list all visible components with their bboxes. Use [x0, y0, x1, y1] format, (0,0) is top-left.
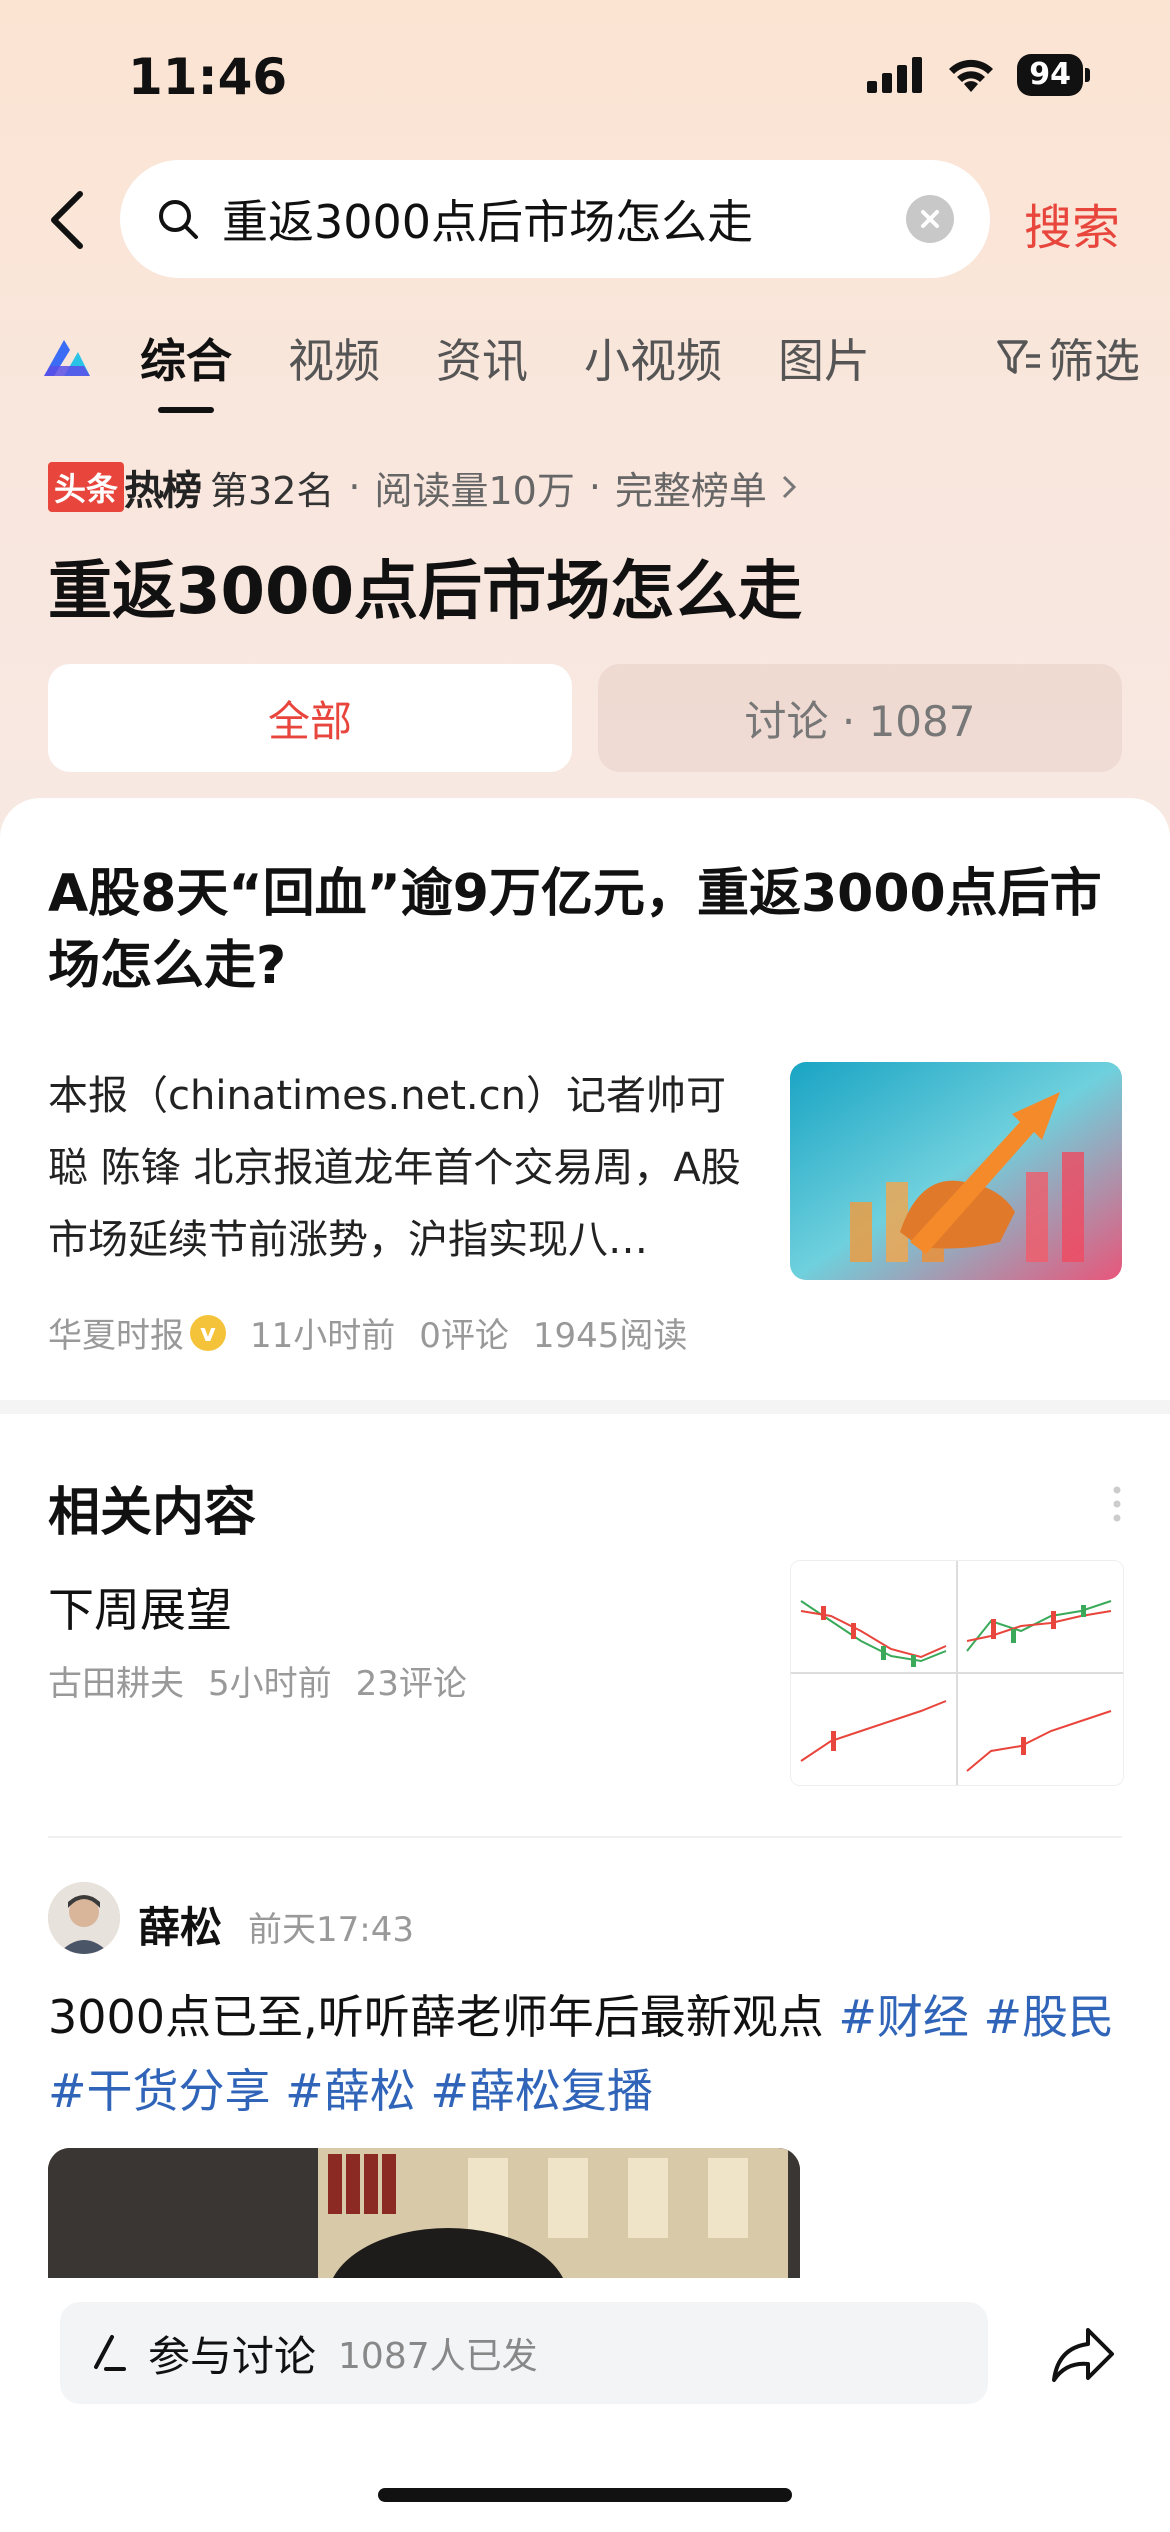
post-body: 3000点已至,听听薛老师年后最新观点: [48, 1990, 839, 2044]
section-divider: [0, 1400, 1170, 1414]
post-text[interactable]: 3000点已至,听听薛老师年后最新观点 #财经 #股民 #干货分享 #薛松 #薛…: [48, 1980, 1128, 2128]
page-title: 重返3000点后市场怎么走: [48, 555, 803, 629]
hashtag[interactable]: #股民: [983, 1990, 1114, 2044]
article-title[interactable]: A股8天“回血”逾9万亿元，重返3000点后市场怎么走?: [48, 858, 1128, 1002]
battery-tip: [1085, 68, 1090, 82]
dot-separator: ·: [348, 465, 361, 509]
hashtag[interactable]: #财经: [838, 1990, 969, 2044]
post-video-thumbnail[interactable]: [48, 2148, 800, 2278]
article-source[interactable]: 华夏时报: [48, 1308, 184, 1357]
battery-indicator: 94: [1017, 54, 1083, 96]
back-button[interactable]: [40, 180, 100, 260]
filter-label: 筛选: [1048, 334, 1140, 388]
hot-list-row[interactable]: 头条 热榜 第32名 · 阅读量10万 · 完整榜单: [48, 458, 801, 516]
post-time: 前天17:43: [248, 1910, 414, 1950]
related-item-meta: 古田耕夫 5小时前 23评论: [48, 1656, 467, 1705]
tab-images[interactable]: 图片: [778, 325, 870, 391]
more-options-icon[interactable]: [1110, 1484, 1124, 1524]
pen-icon: [94, 2335, 126, 2371]
post-author[interactable]: 薛松: [138, 1894, 222, 1955]
status-icons: 94: [867, 54, 1090, 96]
discuss-input[interactable]: 参与讨论 1087人已发: [60, 2302, 988, 2404]
hashtag[interactable]: #薛松复播: [430, 2064, 653, 2118]
segment-discussion[interactable]: 讨论 · 1087: [598, 664, 1122, 772]
segment-all[interactable]: 全部: [48, 664, 572, 772]
search-icon: [159, 200, 198, 239]
article-summary[interactable]: 本报（chinatimes.net.cn）记者帅可聪 陈锋 北京报道龙年首个交易…: [48, 1060, 748, 1276]
dot-separator: ·: [588, 465, 601, 509]
share-icon[interactable]: [1048, 2320, 1118, 2390]
close-icon: [921, 210, 939, 228]
hot-rank: 第32名: [210, 468, 335, 513]
related-item-comments: 23评论: [355, 1664, 467, 1704]
related-heading: 相关内容: [48, 1483, 257, 1543]
article-meta: 华夏时报 v 11小时前 0评论 1945阅读: [48, 1308, 687, 1357]
toutiao-badge: 头条: [48, 462, 125, 512]
read-count: 阅读量10万: [374, 468, 575, 513]
discuss-count: 1087人已发: [338, 2336, 538, 2377]
user-avatar-image: [48, 1882, 120, 1954]
filter-icon: [997, 340, 1040, 374]
related-item-time: 5小时前: [208, 1664, 332, 1704]
article-time: 11小时前: [250, 1316, 396, 1356]
hashtag[interactable]: #薛松: [285, 2064, 416, 2118]
full-list-link[interactable]: 完整榜单: [615, 460, 767, 515]
article-comments: 0评论: [419, 1316, 509, 1356]
status-time: 11:46: [128, 48, 288, 106]
tab-short-video[interactable]: 小视频: [584, 325, 722, 391]
search-query: 重返3000点后市场怎么走: [222, 195, 754, 249]
search-button[interactable]: 搜索: [1024, 188, 1120, 258]
clear-button[interactable]: [906, 195, 954, 243]
signal-icon: [867, 57, 923, 93]
wifi-icon: [949, 59, 994, 92]
tab-all[interactable]: 综合: [140, 325, 232, 391]
article-thumbnail[interactable]: [790, 1062, 1122, 1280]
related-item-thumbnail[interactable]: [790, 1560, 1124, 1786]
app-logo-icon: [44, 340, 90, 376]
related-item-author[interactable]: 古田耕夫: [48, 1656, 184, 1705]
bull-market-image: [790, 1062, 1122, 1280]
discuss-label: 参与讨论: [148, 2331, 317, 2381]
verified-badge-icon: v: [190, 1314, 226, 1351]
hot-list-label: 热榜: [124, 468, 202, 514]
stock-charts-image: [791, 1561, 1123, 1785]
filter-button[interactable]: 筛选: [996, 325, 1140, 391]
list-divider: [48, 1836, 1122, 1838]
tab-video[interactable]: 视频: [288, 325, 380, 391]
home-indicator: [378, 2488, 792, 2502]
tab-news[interactable]: 资讯: [436, 325, 528, 391]
article-reads: 1945阅读: [532, 1316, 688, 1356]
tab-bar: 综合 视频 资讯 小视频 图片 筛选: [40, 318, 1140, 398]
related-item-title[interactable]: 下周展望: [48, 1574, 232, 1640]
search-input[interactable]: 重返3000点后市场怎么走: [120, 160, 990, 278]
video-frame-image: [48, 2148, 800, 2278]
hashtag[interactable]: #干货分享: [48, 2064, 271, 2118]
avatar[interactable]: [48, 1882, 120, 1954]
chevron-right-icon: [782, 475, 797, 499]
